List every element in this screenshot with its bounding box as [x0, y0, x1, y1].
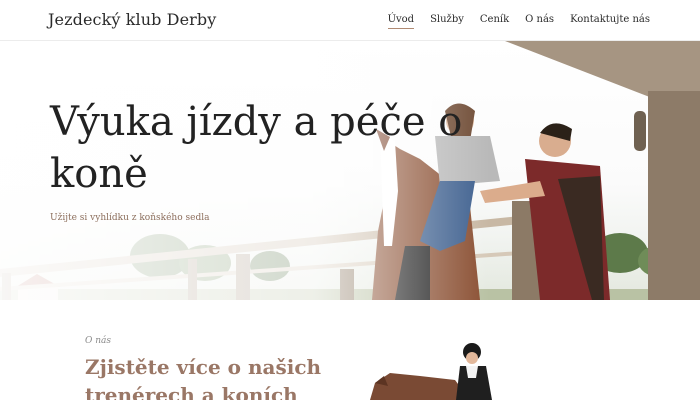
nav-item-o-nas[interactable]: O nás — [525, 14, 554, 29]
hero-subtitle: Užijte si vyhlídku z koňského sedla — [50, 213, 210, 223]
site-logo[interactable]: Jezdecký klub Derby — [48, 10, 216, 29]
hero-title: Výuka jízdy a péče o koně — [50, 99, 463, 197]
nav-item-sluzby[interactable]: Služby — [430, 14, 464, 29]
about-title: Zjistěte více o našich trenérech a koníc… — [85, 355, 322, 400]
main-nav: Úvod Služby Ceník O nás Kontaktujte nás — [387, 14, 650, 29]
about-photo — [360, 338, 620, 400]
nav-item-cenik[interactable]: Ceník — [480, 14, 509, 29]
nav-item-kontakt[interactable]: Kontaktujte nás — [570, 14, 650, 29]
hero-section: Výuka jízdy a péče o koně Užijte si vyhl… — [0, 41, 700, 300]
nav-item-uvod[interactable]: Úvod — [387, 14, 415, 29]
rider-photo — [360, 338, 620, 400]
about-label: O nás — [85, 336, 112, 346]
site-header: Jezdecký klub Derby Úvod Služby Ceník O … — [0, 0, 700, 41]
